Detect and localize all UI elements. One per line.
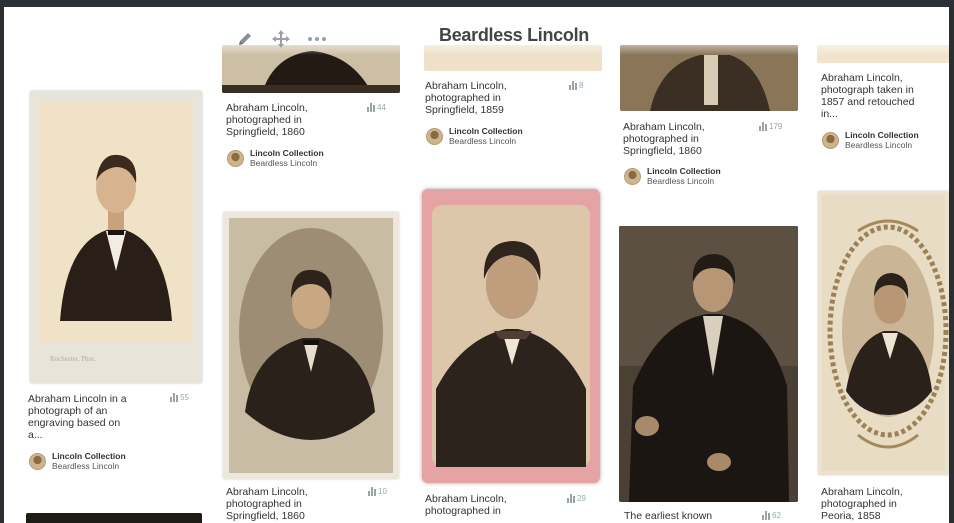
pin-stats: 29 (567, 494, 586, 503)
pin-image-lincoln-chair[interactable] (620, 45, 798, 111)
window-top-bar (0, 0, 954, 7)
avatar (822, 132, 839, 149)
stats-icon (759, 122, 767, 131)
move-icon (272, 30, 290, 48)
stats-icon (367, 103, 375, 112)
pin-description: Abraham Lincoln, photographed in (425, 493, 507, 517)
stats-icon (170, 393, 178, 402)
stats-icon (569, 81, 577, 90)
avatar (624, 168, 641, 185)
pin-image-partial[interactable] (424, 45, 602, 71)
pin-image-partial[interactable] (26, 513, 202, 523)
pin-image-lincoln-standing[interactable] (619, 226, 798, 502)
pin-stats: 44 (367, 103, 386, 112)
pin-attribution[interactable]: Lincoln Collection Beardless Lincoln (29, 451, 126, 471)
pin-image-lincoln-engraving[interactable]: Rochester, Phot. (30, 91, 202, 383)
pin-description: Abraham Lincoln, photographed in Springf… (226, 486, 308, 522)
lincoln-standing-photo (619, 226, 798, 502)
lincoln-engraving-photo: Rochester, Phot. (40, 101, 192, 363)
svg-text:Rochester, Phot.: Rochester, Phot. (50, 355, 96, 363)
lincoln-chair-photo (620, 45, 798, 111)
pin-image-lincoln-oval[interactable] (223, 212, 399, 479)
move-button[interactable] (270, 28, 292, 50)
more-button[interactable] (306, 28, 328, 50)
stats-icon (368, 487, 376, 496)
more-icon (308, 37, 326, 41)
board-canvas: Rochester, Phot. Abraham Lincoln in a ph… (4, 7, 949, 523)
pin-stats: 8 (569, 81, 583, 90)
pin-stats: 10 (368, 487, 387, 496)
pin-stats: 62 (762, 511, 781, 520)
lincoln-pink-card-photo (432, 205, 590, 467)
avatar (227, 150, 244, 167)
pin-image-partial[interactable] (817, 45, 949, 63)
stats-icon (567, 494, 575, 503)
pin-image-lincoln-ornate-frame[interactable] (818, 191, 949, 475)
pin-description: The earliest known (624, 510, 713, 522)
lincoln-oval-photo (229, 218, 393, 473)
pin-description: Abraham Lincoln in a photograph of an en… (28, 393, 127, 441)
pin-attribution[interactable]: Lincoln Collection Beardless Lincoln (227, 148, 324, 168)
avatar (29, 453, 46, 470)
pin-description: Abraham Lincoln, photographed in Peoria,… (821, 486, 903, 522)
board-title: Beardless Lincoln (439, 25, 589, 45)
pin-attribution[interactable]: Lincoln Collection Beardless Lincoln (822, 130, 919, 150)
pin-stats: 179 (759, 122, 782, 131)
lincoln-ornate-frame-photo (822, 195, 949, 471)
pin-description: Abraham Lincoln, photographed in Springf… (425, 80, 507, 116)
pin-attribution[interactable]: Lincoln Collection Beardless Lincoln (624, 166, 721, 186)
window-right-edge (949, 7, 954, 523)
pin-stats: 55 (170, 393, 189, 402)
pin-attribution[interactable]: Lincoln Collection Beardless Lincoln (426, 126, 523, 146)
pin-description: Abraham Lincoln, photographed in Springf… (623, 121, 705, 157)
pin-image-lincoln-pink-card[interactable] (422, 189, 600, 483)
pin-description: Abraham Lincoln, photograph taken in 185… (821, 72, 915, 120)
pin-description: Abraham Lincoln, photographed in Springf… (226, 102, 308, 138)
avatar (426, 128, 443, 145)
edit-button[interactable] (234, 28, 256, 50)
stats-icon (762, 511, 770, 520)
board-toolbar (234, 25, 328, 53)
pencil-icon (239, 33, 251, 45)
